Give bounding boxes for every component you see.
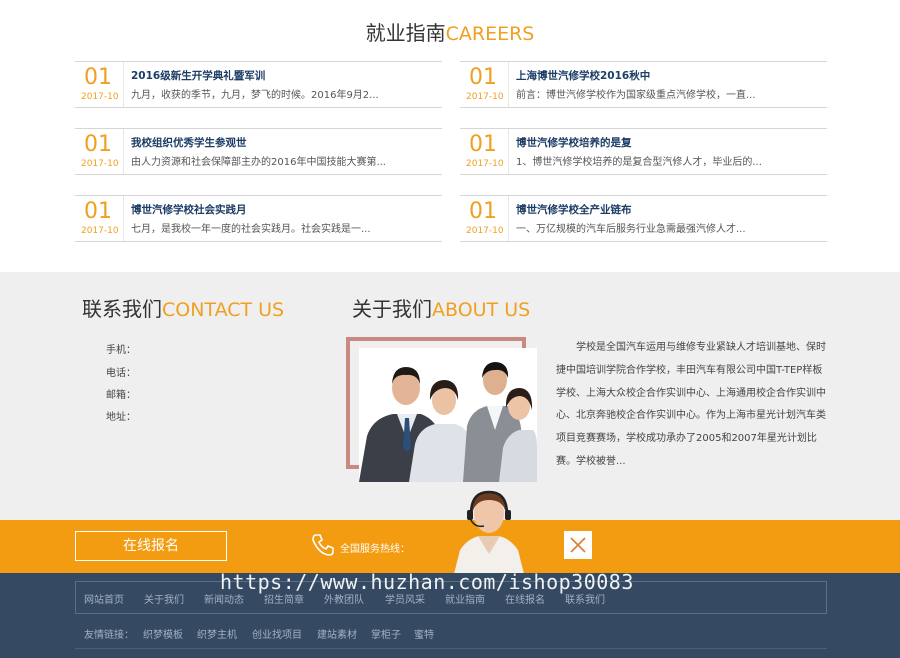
career-date: 2017-10	[81, 226, 119, 236]
career-item[interactable]: 01 2017-10 博世汽修学校社会实践月 七月，是我校一年一度的社会实践月。…	[75, 195, 442, 242]
about-text: 学校是全国汽车运用与维修专业紧缺人才培训基地、保时捷中国培训学院合作学校，丰田汽…	[556, 342, 826, 467]
watermark: https://www.huzhan.com/ishop30083	[220, 570, 634, 594]
career-divider	[508, 129, 509, 174]
friend-link[interactable]: 蜜特	[414, 626, 434, 641]
career-item[interactable]: 01 2017-10 我校组织优秀学生参观世 由人力资源和社会保障部主办的201…	[75, 128, 442, 175]
friend-links-label: 友情链接：	[84, 630, 134, 641]
career-item[interactable]: 01 2017-10 上海博世汽修学校2016秋中 前言：博世汽修学校作为国家级…	[460, 61, 827, 108]
career-summary: 九月，收获的季节，九月，梦飞的时候。2016年9月2...	[131, 90, 379, 101]
contact-title: 联系我们CONTACT US	[82, 293, 284, 322]
career-date: 2017-10	[81, 159, 119, 169]
career-divider	[123, 62, 124, 107]
career-item[interactable]: 01 2017-10 博世汽修学校培养的是复 1、博世汽修学校培养的是复合型汽修…	[460, 128, 827, 175]
career-day: 01	[84, 199, 112, 224]
career-day: 01	[84, 65, 112, 90]
about-title-en: ABOUT US	[432, 299, 531, 321]
career-divider	[123, 129, 124, 174]
close-button[interactable]	[564, 531, 592, 559]
career-summary: 1、博世汽修学校培养的是复合型汽修人才，毕业后的...	[516, 157, 762, 168]
friend-link[interactable]: 创业找项目	[252, 626, 302, 641]
career-title-link[interactable]: 博世汽修学校社会实践月	[131, 202, 247, 217]
about-title: 关于我们ABOUT US	[352, 293, 530, 322]
career-title-link[interactable]: 上海博世汽修学校2016秋中	[516, 68, 650, 83]
phone-icon	[310, 532, 336, 558]
career-summary: 由人力资源和社会保障部主办的2016年中国技能大赛第...	[131, 157, 386, 168]
career-divider	[508, 62, 509, 107]
careers-title-cn: 就业指南	[365, 21, 446, 45]
footer-nav-home[interactable]: 网站首页	[84, 591, 124, 606]
friend-link[interactable]: 掌柜子	[371, 626, 401, 641]
career-summary: 七月，是我校一年一度的社会实践月。社会实践是一...	[131, 224, 371, 235]
careers-title-en: CAREERS	[445, 23, 535, 45]
career-date: 2017-10	[466, 92, 504, 102]
online-signup-button[interactable]: 在线报名	[75, 531, 227, 561]
career-title-link[interactable]: 博世汽修学校培养的是复	[516, 135, 632, 150]
team-photo	[359, 348, 537, 482]
friend-link[interactable]: 织梦主机	[197, 626, 237, 641]
career-title-link[interactable]: 博世汽修学校全产业链布	[516, 202, 632, 217]
footer-nav-about[interactable]: 关于我们	[144, 591, 184, 606]
career-item[interactable]: 01 2017-10 2016级新生开学典礼暨军训 九月，收获的季节，九月，梦飞…	[75, 61, 442, 108]
about-title-cn: 关于我们	[352, 297, 432, 321]
friend-link[interactable]: 建站素材	[317, 626, 357, 641]
career-item[interactable]: 01 2017-10 博世汽修学校全产业链布 一、万亿规模的汽车后服务行业急需最…	[460, 195, 827, 242]
career-day: 01	[469, 199, 497, 224]
footer-divider	[75, 648, 827, 649]
close-icon	[570, 537, 586, 553]
careers-title: 就业指南CAREERS	[0, 17, 900, 46]
career-day: 01	[469, 65, 497, 90]
career-summary: 前言：博世汽修学校作为国家级重点汽修学校，一直...	[516, 90, 756, 101]
contact-tel: 电话：	[106, 368, 136, 379]
career-title-link[interactable]: 我校组织优秀学生参观世	[131, 135, 247, 150]
contact-title-en: CONTACT US	[162, 299, 285, 321]
career-summary: 一、万亿规模的汽车后服务行业急需最强汽修人才...	[516, 224, 746, 235]
career-title-link[interactable]: 2016级新生开学典礼暨军训	[131, 68, 265, 83]
support-agent-image[interactable]	[450, 484, 528, 574]
contact-address: 地址：	[106, 412, 136, 423]
career-day: 01	[84, 132, 112, 157]
career-date: 2017-10	[81, 92, 119, 102]
career-divider	[508, 196, 509, 241]
career-date: 2017-10	[466, 159, 504, 169]
career-day: 01	[469, 132, 497, 157]
contact-email: 邮箱：	[106, 390, 136, 401]
contact-phone: 手机：	[106, 345, 136, 356]
hotline-label: 全国服务热线：	[340, 544, 410, 555]
career-date: 2017-10	[466, 226, 504, 236]
friend-link[interactable]: 织梦模板	[143, 626, 183, 641]
career-divider	[123, 196, 124, 241]
contact-title-cn: 联系我们	[82, 297, 162, 321]
